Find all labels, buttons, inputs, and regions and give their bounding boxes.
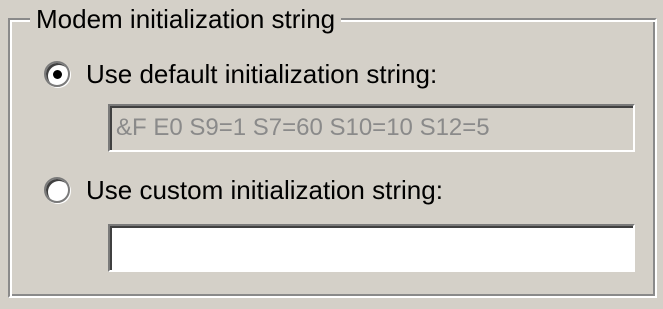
groupbox-title: Modem initialization string: [30, 2, 342, 36]
custom-init-string-field[interactable]: [108, 224, 635, 272]
custom-init-label[interactable]: Use custom initialization string:: [86, 173, 443, 207]
default-init-label[interactable]: Use default initialization string:: [86, 57, 437, 91]
default-init-string-field: &F E0 S9=1 S7=60 S10=10 S12=5: [108, 104, 635, 152]
custom-init-radio[interactable]: [44, 177, 70, 203]
radio-selected-dot: [53, 70, 62, 79]
custom-init-option[interactable]: Use custom initialization string:: [44, 170, 443, 210]
default-init-option[interactable]: Use default initialization string:: [44, 54, 437, 94]
default-init-radio[interactable]: [44, 61, 70, 87]
